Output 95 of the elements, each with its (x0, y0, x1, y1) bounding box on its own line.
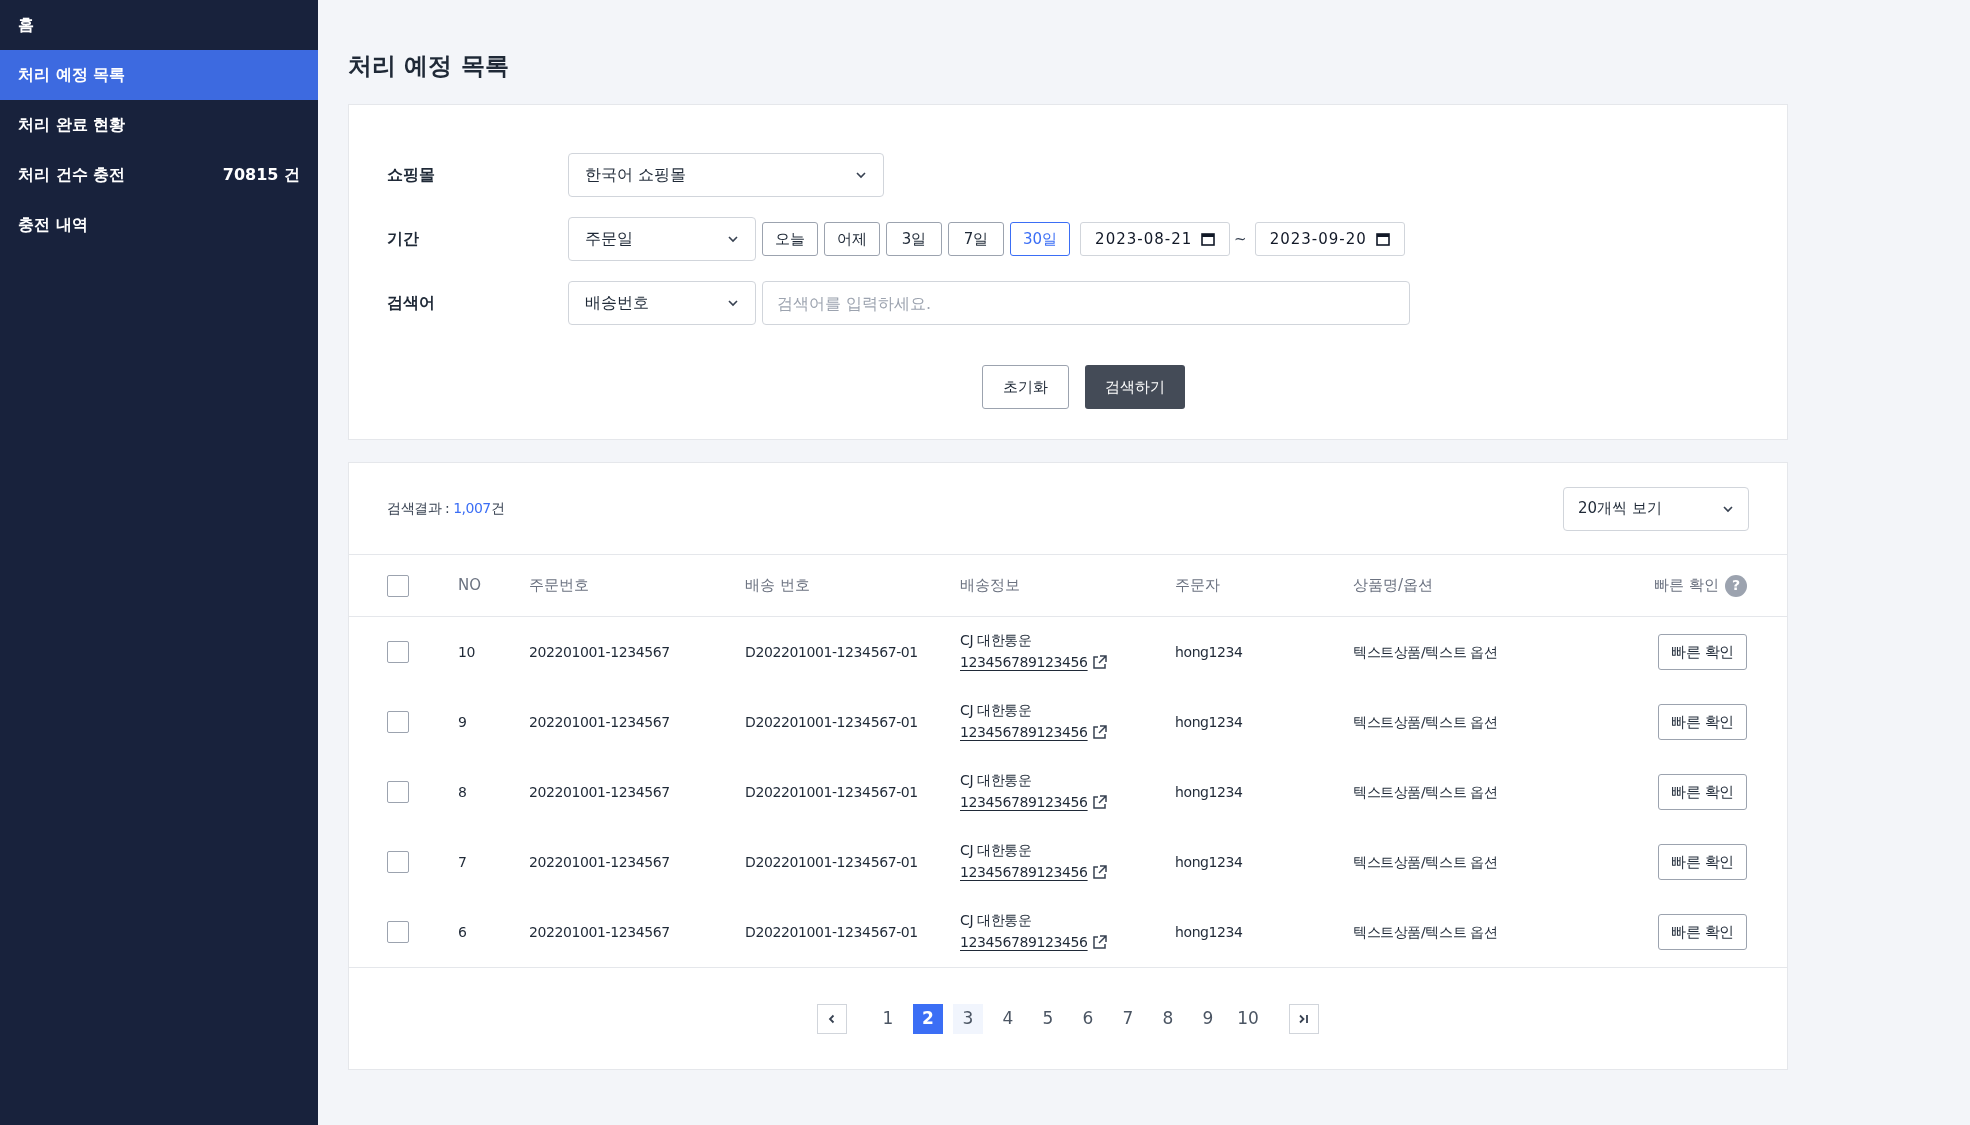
chevron-down-icon (727, 235, 739, 243)
chevron-down-icon (855, 171, 867, 179)
search-button[interactable]: 검색하기 (1084, 365, 1185, 409)
table-cell: hong1234 (1175, 783, 1243, 800)
field-label: 쇼핑몰 (387, 164, 436, 186)
carrier-name: CJ 대한통운 (960, 631, 1032, 650)
result-label: 검색결과 : (387, 499, 450, 518)
carrier-name: CJ 대한통운 (960, 841, 1032, 860)
calendar-icon (1375, 232, 1390, 246)
column-header: 주문자 (1175, 576, 1220, 595)
reset-button[interactable]: 초기화 (981, 365, 1069, 409)
table-cell: 텍스트상품/텍스트 옵션 (1353, 643, 1498, 660)
table-cell: 텍스트상품/텍스트 옵션 (1353, 853, 1498, 870)
last-page-icon (1298, 1013, 1310, 1024)
table-cell: hong1234 (1175, 713, 1243, 730)
page-title: 처리 예정 목록 (348, 51, 510, 82)
table-cell: 202201001-1234567 (529, 783, 670, 800)
dropdown[interactable]: 한국어 쇼핑몰 (568, 153, 884, 197)
dropdown[interactable]: 배송번호 (568, 281, 756, 325)
tracking-link[interactable]: 123456789123456 (960, 721, 1088, 743)
date-field[interactable]: 2023-09-20 (1254, 222, 1405, 256)
table-cell: 202201001-1234567 (529, 853, 670, 870)
chevron-left-icon (827, 1013, 837, 1024)
date-range-button[interactable]: 오늘 (762, 222, 818, 256)
calendar-icon (1201, 232, 1216, 246)
external-link-icon[interactable] (1091, 934, 1107, 950)
table-cell: hong1234 (1175, 923, 1243, 940)
table-cell: 텍스트상품/텍스트 옵션 (1353, 923, 1498, 940)
table-cell: hong1234 (1175, 643, 1243, 660)
date-range-button[interactable]: 어제 (824, 222, 880, 256)
search-field[interactable]: 검색어를 입력하세요. (762, 281, 1410, 325)
table-cell: D202201001-1234567-01 (745, 923, 918, 940)
table-cell: D202201001-1234567-01 (745, 643, 918, 660)
dropdown[interactable]: 주문일 (568, 217, 756, 261)
external-link-icon[interactable] (1091, 654, 1107, 670)
column-header: 배송 번호 (745, 576, 810, 595)
date-range-button[interactable]: 3일 (886, 222, 942, 256)
table-cell: 7 (458, 853, 467, 870)
carrier-name: CJ 대한통운 (960, 771, 1032, 790)
quick-check-button[interactable]: 빠른 확인 (1658, 844, 1747, 880)
checkbox[interactable] (387, 781, 409, 803)
quick-check-button[interactable]: 빠른 확인 (1658, 704, 1747, 740)
tracking-link[interactable]: 123456789123456 (960, 861, 1088, 883)
table-cell: 텍스트상품/텍스트 옵션 (1353, 713, 1498, 730)
table-cell: D202201001-1234567-01 (745, 853, 918, 870)
table-cell: D202201001-1234567-01 (745, 713, 918, 730)
previous-page-button[interactable] (817, 1003, 847, 1034)
count-unit: 건 (490, 499, 505, 518)
quick-check-button[interactable]: 빠른 확인 (1658, 634, 1747, 670)
external-link-icon[interactable] (1091, 794, 1107, 810)
checkbox[interactable] (387, 851, 409, 873)
result-count: 1,007 (453, 499, 491, 518)
checkbox[interactable] (387, 711, 409, 733)
range-separator: ~ (1234, 228, 1247, 250)
date-range-button[interactable]: 30일 (1010, 222, 1071, 256)
table-cell: hong1234 (1175, 853, 1243, 870)
field-label: 기간 (387, 228, 420, 250)
tracking-link[interactable]: 123456789123456 (960, 791, 1088, 813)
checkbox[interactable] (387, 641, 409, 663)
last-page-button[interactable] (1289, 1003, 1319, 1034)
chevron-down-icon (727, 299, 739, 307)
count-label: 70815 건 (222, 164, 300, 186)
field-label: 검색어 (387, 292, 436, 314)
quick-check-button[interactable]: 빠른 확인 (1658, 774, 1747, 810)
tracking-link[interactable]: 123456789123456 (960, 651, 1088, 673)
sidebar-item-label: 처리 건수 충전 (18, 164, 126, 186)
column-header: 배송정보 (960, 576, 1020, 595)
carrier-name: CJ 대한통운 (960, 701, 1032, 720)
external-link-icon[interactable] (1091, 864, 1107, 880)
table-cell: 8 (458, 783, 467, 800)
table-cell: 202201001-1234567 (529, 713, 670, 730)
date-field[interactable]: 2023-08-21 (1080, 222, 1231, 256)
page-button[interactable]: 3 (953, 1003, 983, 1034)
column-header: 상품명/옵션 (1353, 576, 1434, 595)
carrier-name: CJ 대한통운 (960, 911, 1032, 930)
date-range-button[interactable]: 7일 (948, 222, 1004, 256)
column-header: 주문번호 (529, 576, 589, 595)
column-header: NO (458, 576, 482, 595)
table-cell: 9 (458, 713, 467, 730)
table-cell: D202201001-1234567-01 (745, 783, 918, 800)
tracking-link[interactable]: 123456789123456 (960, 931, 1088, 953)
table-cell: 202201001-1234567 (529, 923, 670, 940)
sidebar-item[interactable]: 처리 예정 목록 (0, 50, 318, 100)
table-cell: 10 (458, 643, 475, 660)
table-cell: 202201001-1234567 (529, 643, 670, 660)
checkbox[interactable] (387, 574, 409, 597)
column-header: 빠른 확인 (1654, 575, 1719, 597)
checkbox[interactable] (387, 921, 409, 943)
page-button[interactable]: 2 (913, 1003, 943, 1034)
page-size-dropdown[interactable]: 20개씩 보기 (1563, 486, 1749, 531)
quick-check-button[interactable]: 빠른 확인 (1658, 914, 1747, 950)
external-link-icon[interactable] (1091, 724, 1107, 740)
table-cell: 텍스트상품/텍스트 옵션 (1353, 783, 1498, 800)
table-cell: 6 (458, 923, 467, 940)
chevron-down-icon (1722, 504, 1734, 513)
